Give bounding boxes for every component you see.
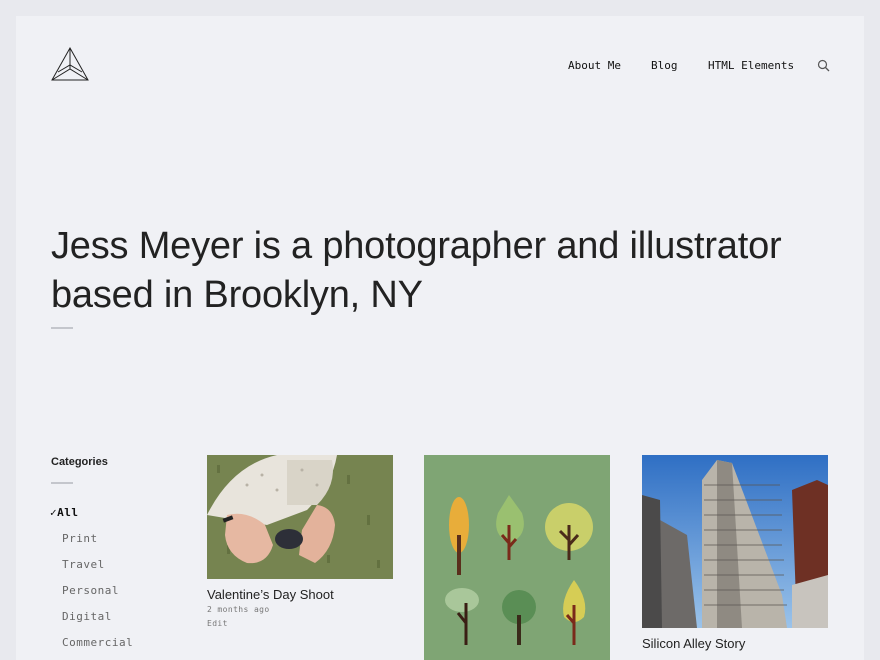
category-commercial[interactable]: Commercial (62, 636, 133, 650)
post-title[interactable]: Silicon Alley Story (642, 636, 745, 651)
main-nav: About Me Blog HTML Elements (16, 59, 864, 73)
nav-html-elements[interactable]: HTML Elements (708, 59, 794, 73)
categories-title: Categories (51, 456, 108, 468)
hero-line-1: Jess Meyer is a photographer and illustr… (51, 225, 782, 267)
search-icon[interactable] (817, 59, 830, 72)
categories-divider (51, 482, 73, 484)
post-thumbnail-trees-illustration[interactable] (424, 455, 610, 660)
category-print[interactable]: Print (62, 532, 98, 546)
category-personal[interactable]: Personal (62, 584, 119, 598)
category-digital[interactable]: Digital (62, 610, 112, 624)
post-card: Valentine’s Day Shoot 2 months ago Edit (207, 455, 393, 660)
page-frame: About Me Blog HTML Elements Jess Meyer i… (16, 16, 864, 660)
nav-about-me[interactable]: About Me (568, 59, 621, 73)
category-all[interactable]: ✓All (50, 506, 79, 520)
post-date: 2 months ago (207, 605, 270, 614)
post-card (424, 455, 610, 660)
nav-blog[interactable]: Blog (651, 59, 678, 73)
hero-line-2: based in Brooklyn, NY (51, 274, 423, 316)
post-thumbnail-hands-heart[interactable] (207, 455, 393, 579)
post-edit-link[interactable]: Edit (207, 619, 228, 628)
post-thumbnail-flatiron-building[interactable] (642, 455, 828, 628)
hero-heading: Jess Meyer is a photographer and illustr… (51, 222, 831, 320)
hero-divider (51, 327, 73, 329)
category-all-label: All (57, 506, 79, 519)
post-title[interactable]: Valentine’s Day Shoot (207, 587, 334, 602)
category-travel[interactable]: Travel (62, 558, 105, 572)
post-card: Silicon Alley Story (642, 455, 828, 660)
